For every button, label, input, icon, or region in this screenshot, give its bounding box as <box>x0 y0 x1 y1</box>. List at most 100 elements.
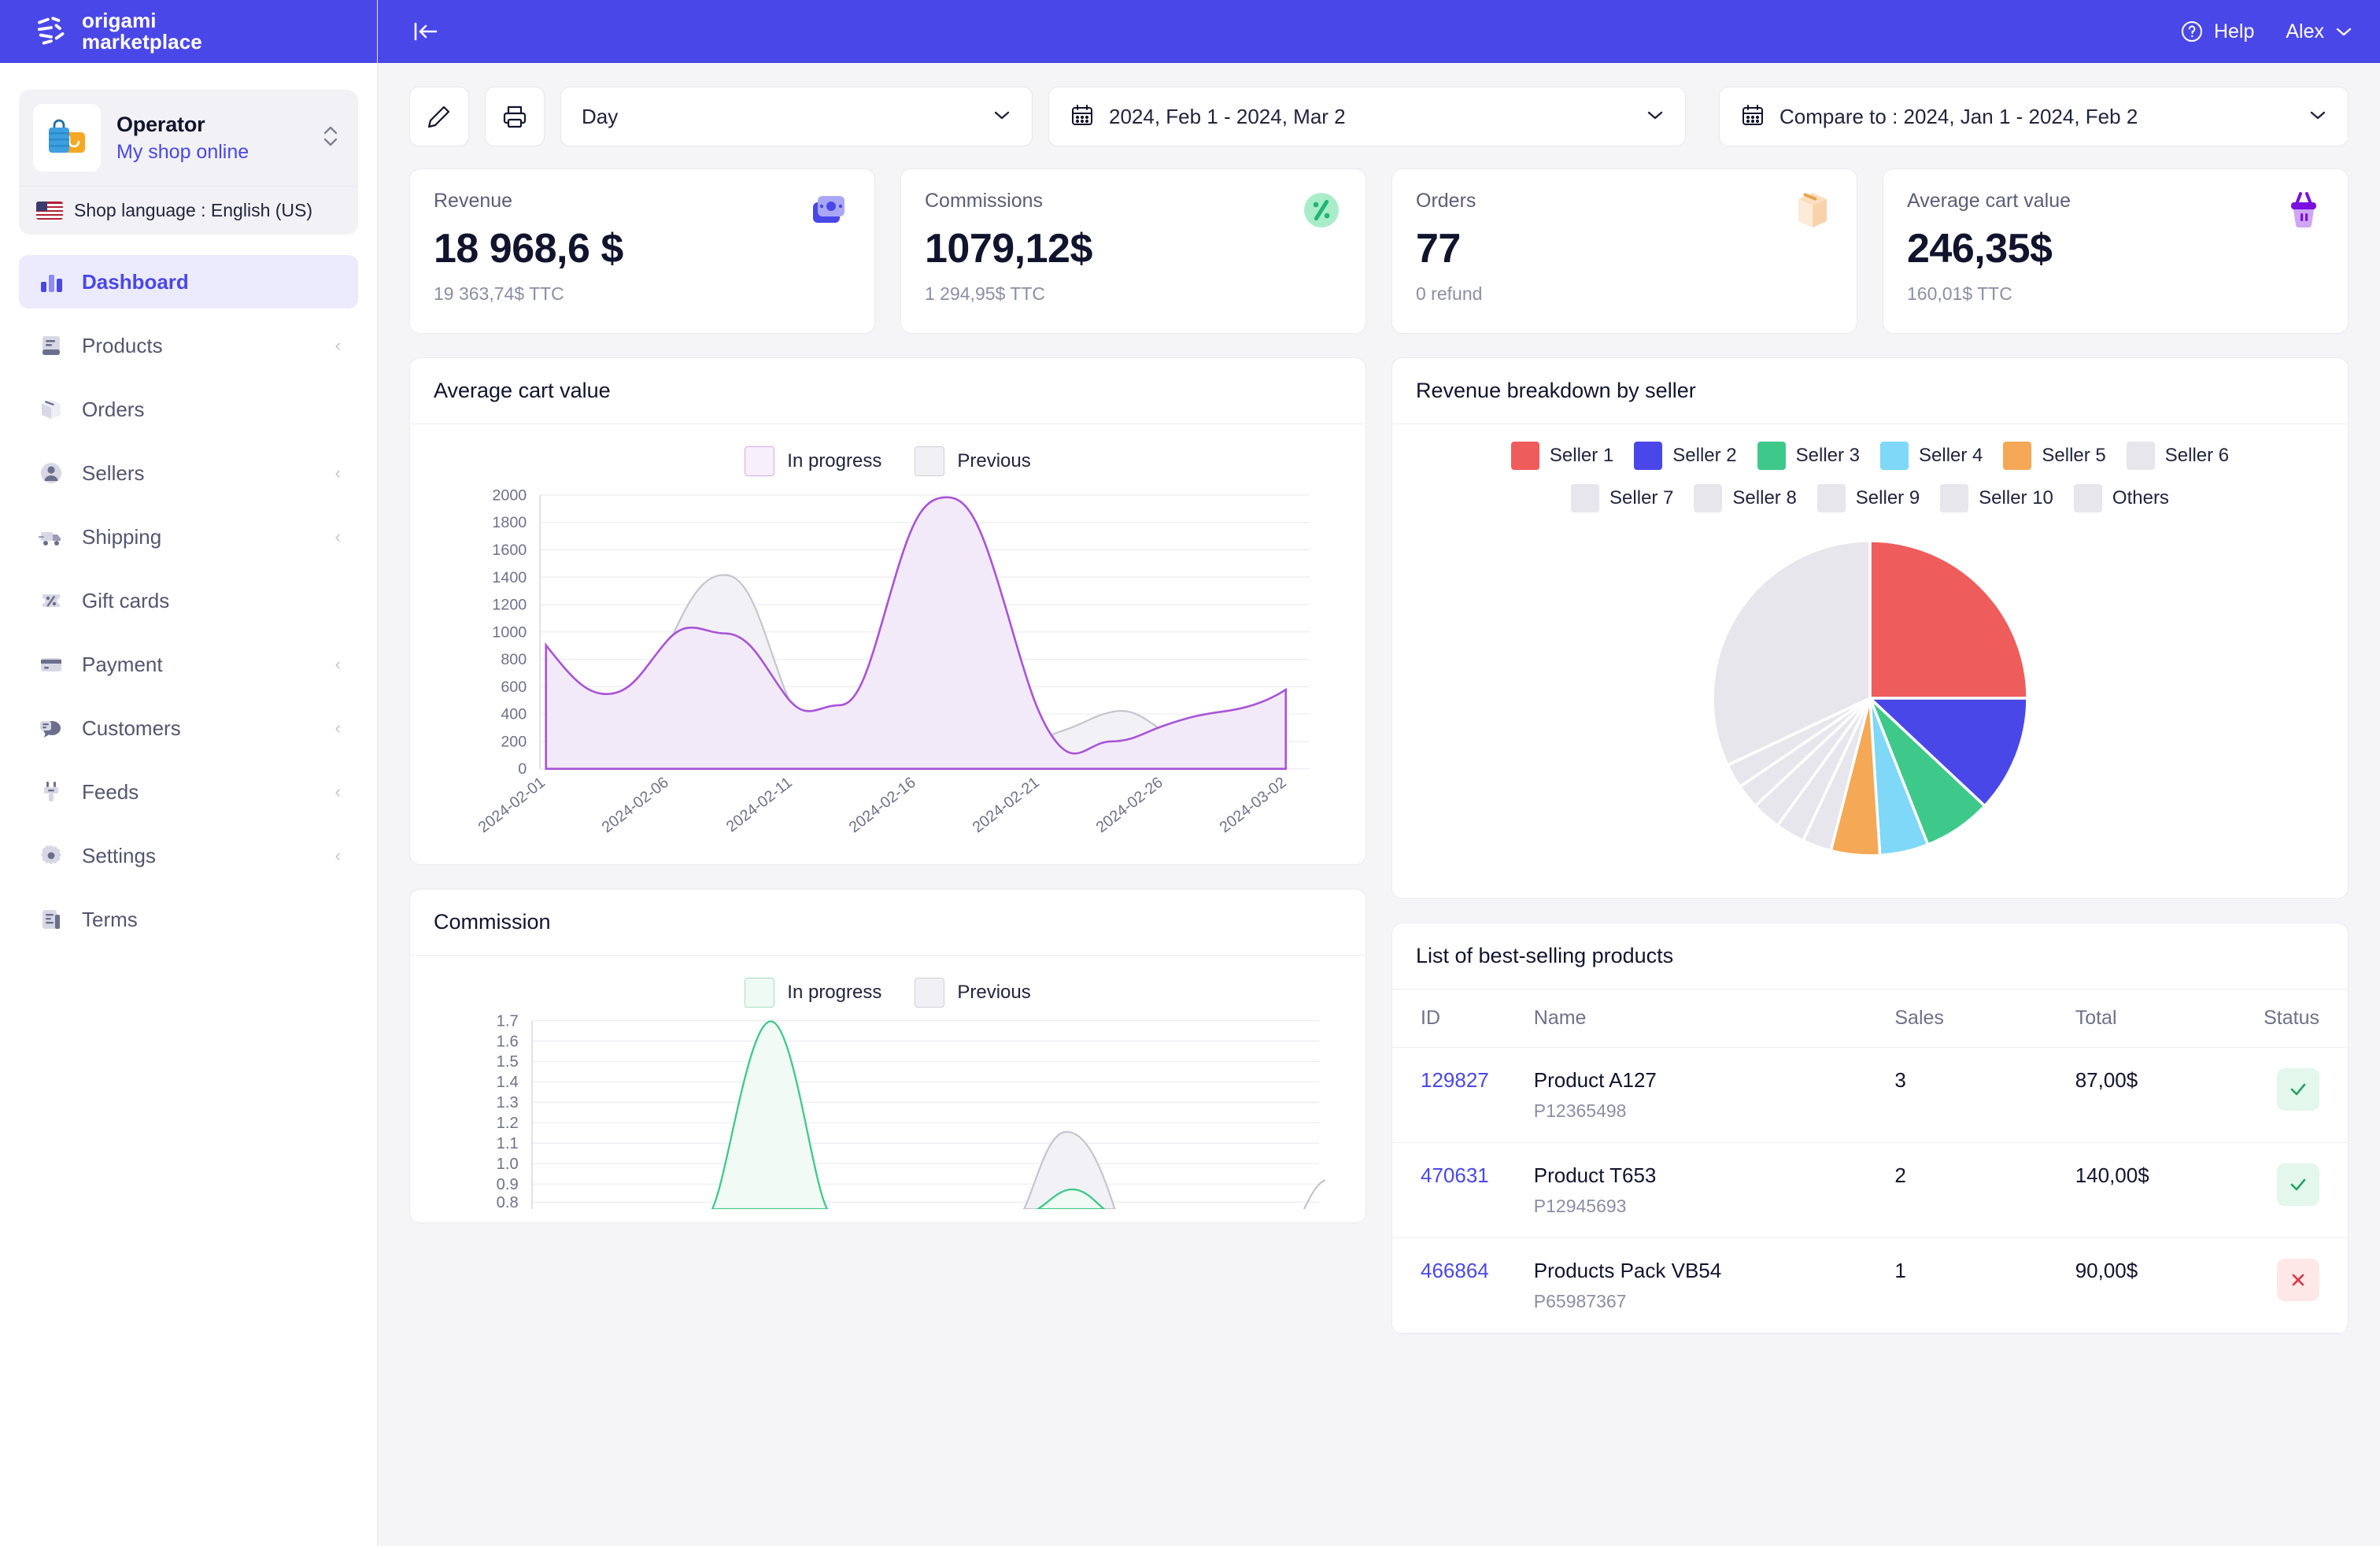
chevron-left-icon[interactable]: ‹ <box>335 845 341 866</box>
legend-item-previous[interactable]: Previous <box>915 978 1031 1008</box>
svg-text:1000: 1000 <box>492 623 527 641</box>
legend-label: Seller 4 <box>1919 445 1983 466</box>
sidebar-item-label: Gift cards <box>82 588 170 612</box>
plug-icon <box>36 777 66 807</box>
user-menu[interactable]: Alex <box>2286 20 2353 43</box>
svg-text:0.9: 0.9 <box>497 1176 519 1193</box>
table-row[interactable]: 129827 Product A127 P12365498 3 87,00$ <box>1392 1047 2348 1143</box>
sidebar-item-label: Payment <box>82 652 163 676</box>
svg-text:1.2: 1.2 <box>497 1115 519 1132</box>
legend-item-seller-4[interactable]: Seller 4 <box>1880 442 1983 470</box>
svg-text:2024-02-21: 2024-02-21 <box>970 774 1043 837</box>
compare-select[interactable]: Compare to : 2024, Jan 1 - 2024, Feb 2 <box>1719 87 2349 146</box>
legend-item-seller-9[interactable]: Seller 9 <box>1816 484 1920 512</box>
kpi-value: 77 <box>1416 226 1461 272</box>
sidebar-item-gift-cards[interactable]: Gift cards <box>19 574 358 627</box>
legend-item-seller-10[interactable]: Seller 10 <box>1940 484 2053 512</box>
us-flag-icon <box>36 202 63 220</box>
calendar-icon <box>1740 102 1765 131</box>
edit-button[interactable] <box>409 87 469 146</box>
legend-item-in-progress[interactable]: In progress <box>745 978 881 1008</box>
sidebar-item-sellers[interactable]: Sellers ‹ <box>19 446 358 500</box>
kpi-value: 18 968,6 $ <box>434 226 623 272</box>
sidebar-item-payment[interactable]: Payment ‹ <box>19 638 358 691</box>
sidebar-item-dashboard[interactable]: Dashboard <box>19 255 358 309</box>
product-name: Product A127 <box>1533 1068 1657 1092</box>
product-id-link[interactable]: 129827 <box>1421 1068 1489 1092</box>
brand-logo[interactable]: origami marketplace <box>35 9 202 53</box>
table-row[interactable]: 466864 Products Pack VB54 P65987367 1 90… <box>1392 1237 2348 1333</box>
legend-label: Seller 6 <box>2164 445 2230 466</box>
sidebar-item-terms[interactable]: Terms <box>19 893 358 946</box>
sidebar-item-orders[interactable]: Orders <box>19 383 358 436</box>
chevron-down-icon <box>2336 28 2352 36</box>
date-range-select[interactable]: 2024, Feb 1 - 2024, Mar 2 <box>1048 87 1686 146</box>
kpi-subtitle: 160,01$ TTC <box>1907 283 2012 304</box>
legend-swatch <box>745 446 775 476</box>
legend-label: In progress <box>787 982 882 1003</box>
sidebar-nav: Dashboard Products ‹ Orders Sellers ‹ Sh… <box>0 255 377 1546</box>
collapse-sidebar-icon[interactable] <box>409 20 444 43</box>
chevron-left-icon[interactable]: ‹ <box>335 782 341 802</box>
pie-legend-row: Seller 7 Seller 8 Seller 9 Seller 10 Oth… <box>1424 484 2316 512</box>
legend-item-seller-2[interactable]: Seller 2 <box>1634 442 1737 470</box>
product-reference: P12365498 <box>1533 1100 1627 1121</box>
legend-item-in-progress[interactable]: In progress <box>745 446 881 476</box>
legend-item-seller-3[interactable]: Seller 3 <box>1757 442 1860 470</box>
sidebar-item-products[interactable]: Products ‹ <box>19 319 358 372</box>
print-button[interactable] <box>485 87 545 146</box>
table-row[interactable]: 470631 Product T653 P12945693 2 140,00$ <box>1392 1142 2348 1238</box>
product-total: 90,00$ <box>2075 1259 2138 1282</box>
best-selling-products-table: ID Name Sales Total Status 129827 Produc… <box>1392 989 2348 1333</box>
chevron-left-icon[interactable]: ‹ <box>335 463 341 483</box>
legend-swatch <box>1880 442 1909 470</box>
legend-item-seller-8[interactable]: Seller 8 <box>1694 484 1797 512</box>
legend-item-seller-5[interactable]: Seller 5 <box>2003 442 2106 470</box>
chart-avg-cart-value: 2000 1800 1600 1400 1200 1000 800 600 400 200… <box>410 481 1366 864</box>
compare-value: Compare to : 2024, Jan 1 - 2024, Feb 2 <box>1779 104 2138 128</box>
area-chart-avg-cart: 20001800 16001400 12001000 800600 400200… <box>475 486 1310 837</box>
chevron-left-icon[interactable]: ‹ <box>335 654 341 675</box>
legend-item-others[interactable]: Others <box>2073 484 2169 512</box>
help-button[interactable]: Help <box>2179 19 2254 44</box>
card-title: Revenue breakdown by seller <box>1416 379 1696 402</box>
dashboard-grid: Average cart value In progress Previous <box>409 357 2349 1334</box>
card-average-cart-value: Average cart value In progress Previous <box>409 357 1366 865</box>
svg-text:1200: 1200 <box>492 597 527 614</box>
shop-switcher-row[interactable]: Operator My shop online <box>19 90 358 186</box>
legend-item-seller-1[interactable]: Seller 1 <box>1510 442 1613 470</box>
period-select[interactable]: Day <box>560 87 1033 146</box>
sidebar-item-shipping[interactable]: Shipping ‹ <box>19 510 358 564</box>
sidebar-item-settings[interactable]: Settings ‹ <box>19 829 358 882</box>
chart-legend: In progress Previous <box>410 956 1366 1012</box>
card-header: Average cart value <box>410 358 1366 424</box>
svg-text:400: 400 <box>501 706 527 723</box>
card-title: Average cart value <box>434 379 611 402</box>
kpi-title: Commissions <box>925 190 1044 212</box>
svg-text:2000: 2000 <box>492 486 527 504</box>
column-header-name: Name <box>1533 989 1895 1048</box>
product-id-link[interactable]: 466864 <box>1421 1259 1489 1282</box>
legend-item-seller-6[interactable]: Seller 6 <box>2126 442 2230 470</box>
chevron-left-icon[interactable]: ‹ <box>335 335 341 356</box>
legend-item-previous[interactable]: Previous <box>915 446 1031 476</box>
chevron-left-icon[interactable]: ‹ <box>335 718 341 738</box>
sidebar-item-customers[interactable]: Customers ‹ <box>19 701 358 755</box>
sidebar-item-feeds[interactable]: Feeds ‹ <box>19 765 358 819</box>
shop-switcher-chevron-updown-icon[interactable] <box>320 123 341 153</box>
shop-switcher[interactable]: Operator My shop online Shop language : … <box>19 90 358 235</box>
kpi-card-revenue: Revenue 18 968,6 $ 19 363,74$ TTC <box>409 168 875 334</box>
product-total: 140,00$ <box>2075 1163 2149 1187</box>
legend-label: Previous <box>957 450 1031 472</box>
shop-language[interactable]: Shop language : English (US) <box>19 186 358 235</box>
legend-item-seller-7[interactable]: Seller 7 <box>1571 484 1673 512</box>
svg-text:2024-02-26: 2024-02-26 <box>1093 774 1166 837</box>
legend-swatch <box>915 446 945 476</box>
pie-legend-row: Seller 1 Seller 2 Seller 3 Seller 4 Sell… <box>1424 442 2316 470</box>
svg-text:1.4: 1.4 <box>497 1074 519 1091</box>
product-sales: 2 <box>1894 1163 1906 1187</box>
legend-label: Previous <box>957 982 1031 1003</box>
chevron-left-icon[interactable]: ‹ <box>335 527 341 547</box>
product-id-link[interactable]: 470631 <box>1421 1163 1489 1187</box>
chart-commission: 1.7 1.6 1.5 1.4 1.3 1.2 1.1 1.0 0.9 0.8 <box>410 1012 1366 1222</box>
